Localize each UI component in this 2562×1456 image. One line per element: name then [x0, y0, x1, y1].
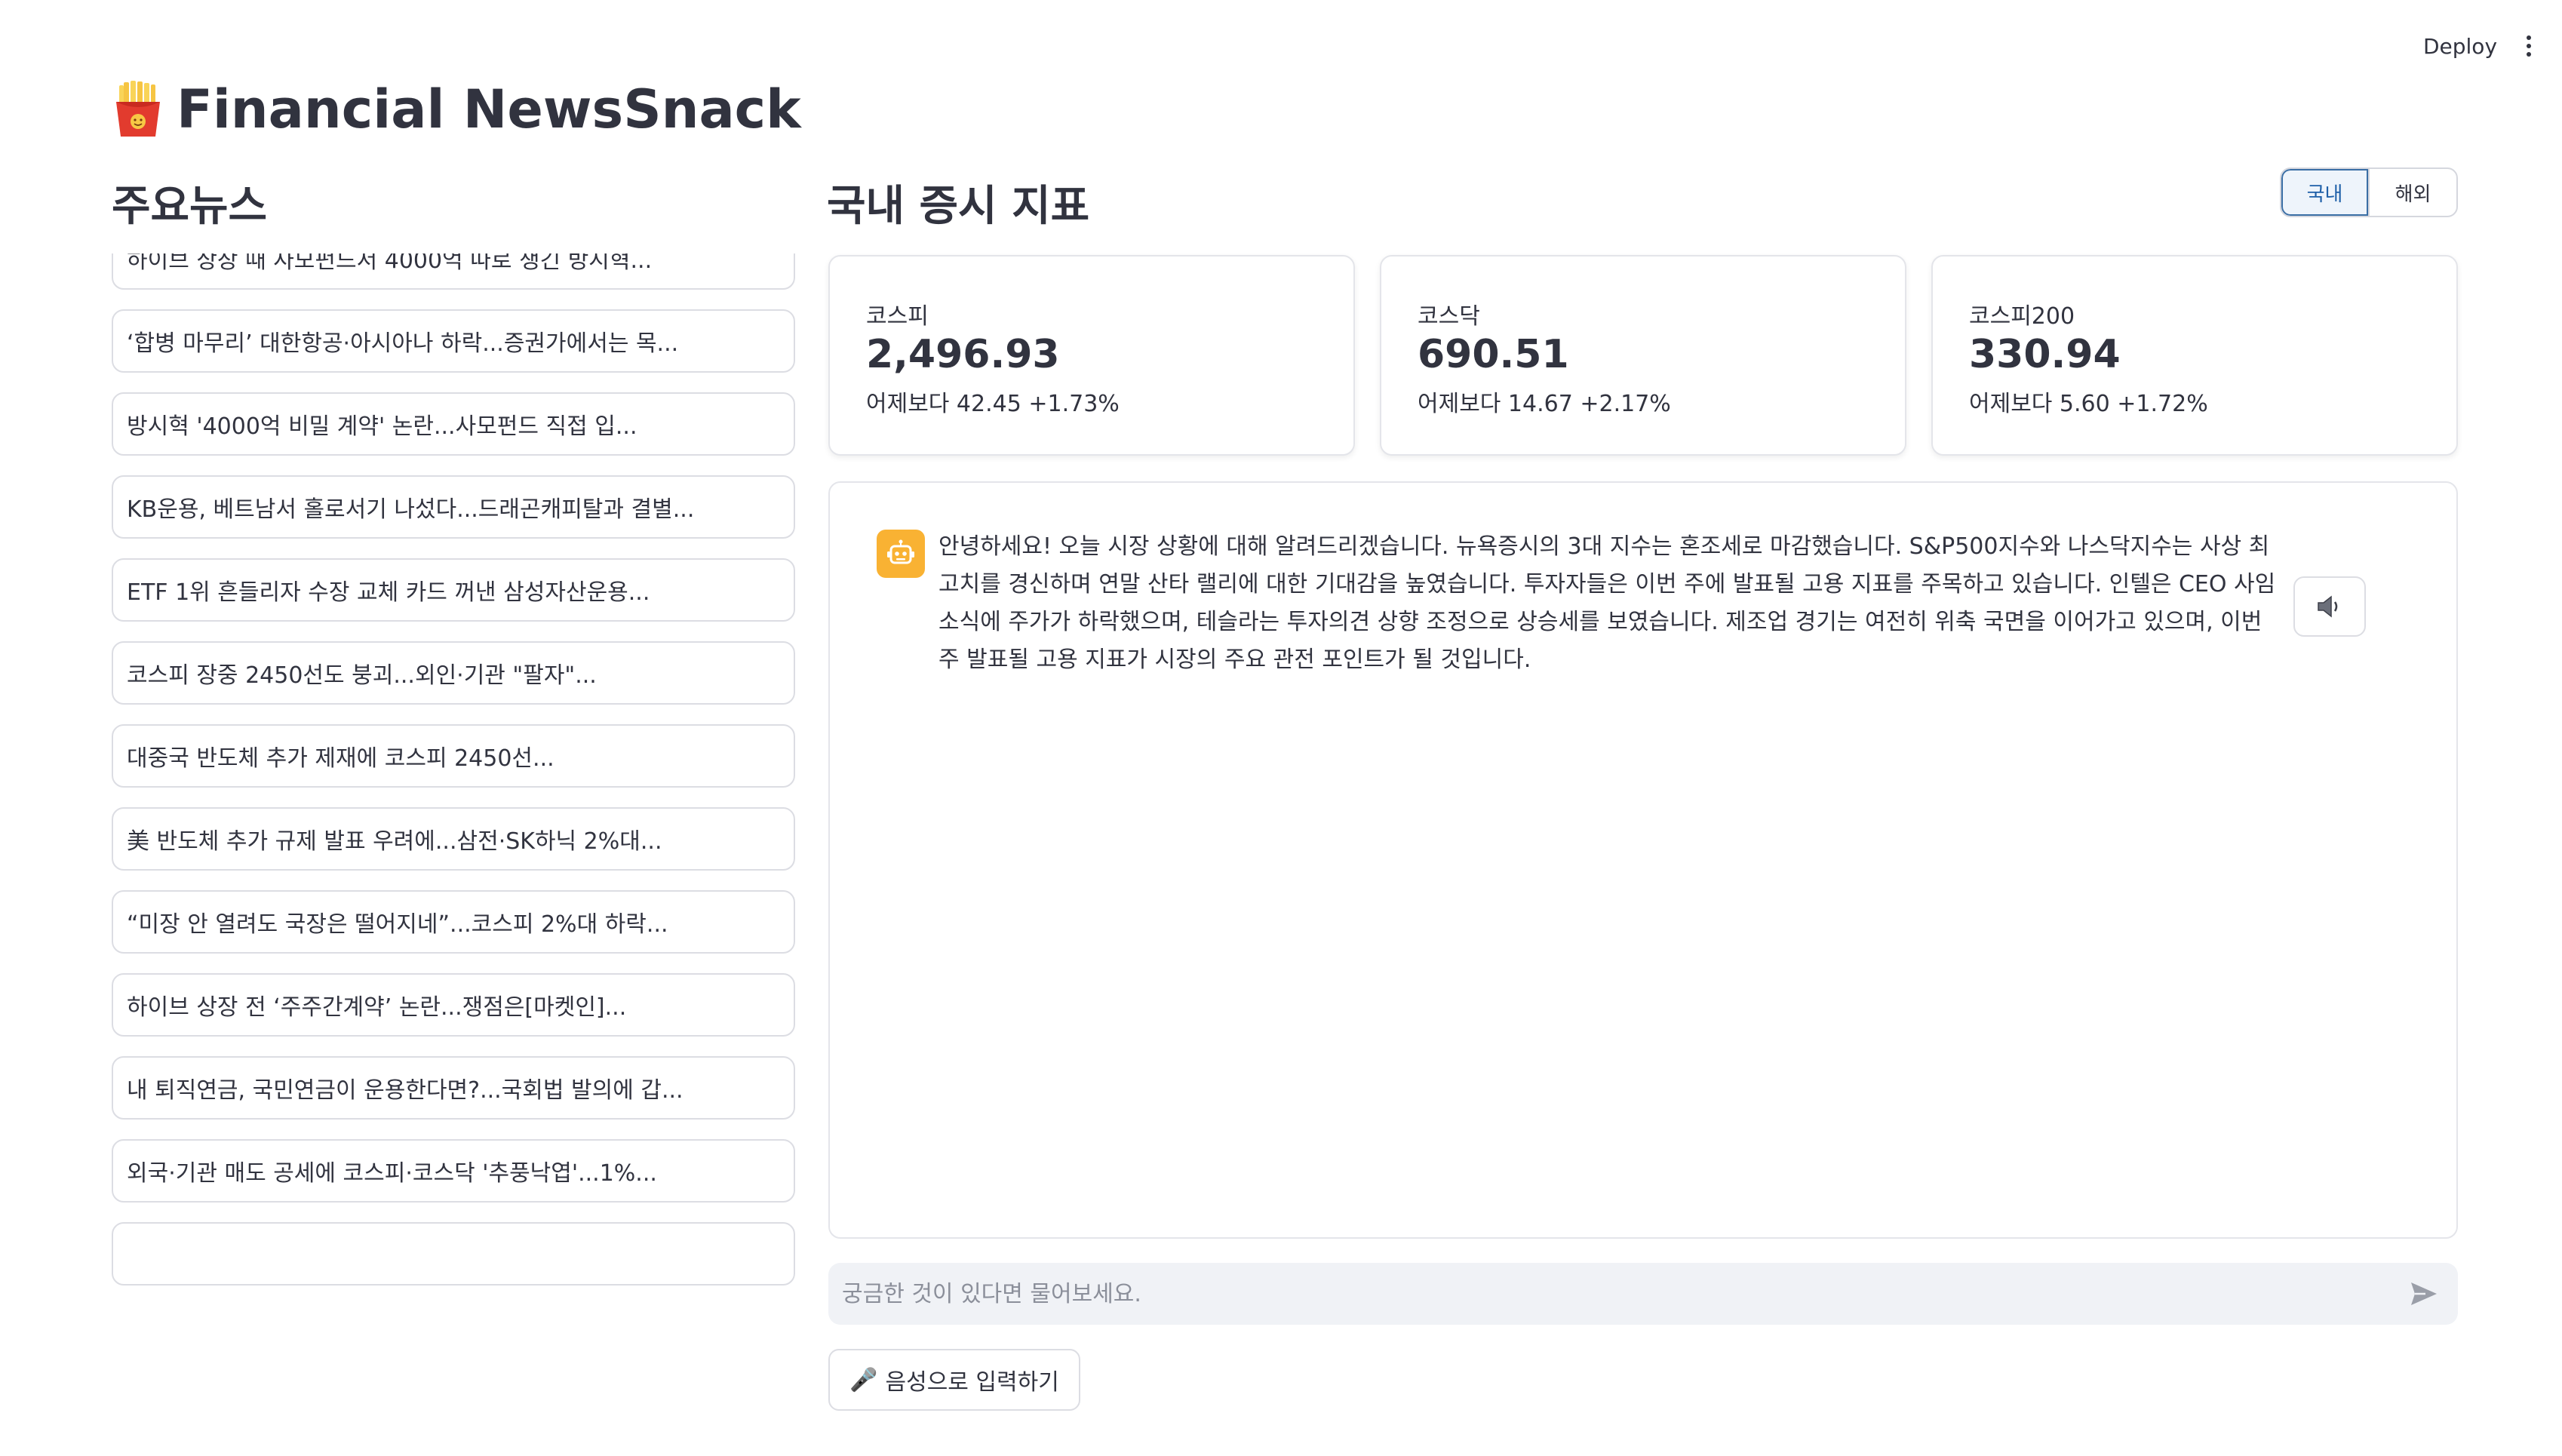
chat-container[interactable]: 안녕하세요! 오늘 시장 상황에 대해 알려드리겠습니다. 뉴욕증시의 3대 지…	[828, 481, 2458, 1239]
news-heading: 주요뉴스	[112, 182, 268, 231]
microphone-icon: 🎤	[849, 1366, 878, 1393]
send-icon	[2411, 1282, 2437, 1305]
news-item[interactable]: ETF 1위 흔들리자 수장 교체 카드 꺼낸 삼성자산운용...	[112, 558, 795, 622]
menu-dot	[2527, 52, 2531, 57]
metric-value: 690.51	[1418, 332, 1569, 377]
news-item[interactable]	[112, 1222, 795, 1286]
bot-message-line: 고치를 경신하며 연말 산타 랠리에 대한 기대감을 높였습니다. 투자자들은 …	[938, 571, 2276, 597]
metric-card-kosdaq: 코스닥 690.51 어제보다 14.67 +2.17%	[1380, 255, 1906, 456]
menu-dot	[2527, 44, 2531, 48]
news-item[interactable]: “미장 안 열려도 국장은 떨어지네”...코스피 2%대 하락...	[112, 890, 795, 954]
bot-message: 안녕하세요! 오늘 시장 상황에 대해 알려드리겠습니다. 뉴욕증시의 3대 지…	[938, 528, 2349, 679]
news-item[interactable]: 하이브 상장 때 사모펀드서 4000억 따로 챙긴 방시혁...	[112, 253, 795, 290]
metric-delta: 어제보다 5.60 +1.72%	[1969, 391, 2208, 417]
robot-icon	[877, 530, 925, 578]
news-item[interactable]: 美 반도체 추가 규제 발표 우려에...삼전·SK하닉 2%대...	[112, 807, 795, 871]
news-item[interactable]: ‘합병 마무리’ 대한항공·아시아나 하락...증권가에서는 목...	[112, 309, 795, 373]
bot-message-line: 주 발표될 고용 지표가 시장의 주요 관전 포인트가 될 것입니다.	[938, 647, 1531, 673]
bot-message-line: 소식에 주가가 하락했으며, 테슬라는 투자의견 상향 조정으로 상승세를 보였…	[938, 609, 2262, 635]
news-item[interactable]: 하이브 상장 전 ‘주주간계약’ 논란...쟁점은[마켓인]...	[112, 973, 795, 1037]
menu-dot	[2527, 35, 2531, 40]
news-item[interactable]: 코스피 장중 2450선도 붕괴...외인·기관 "팔자"...	[112, 641, 795, 705]
metric-delta: 어제보다 42.45 +1.73%	[866, 391, 1120, 417]
tab-overseas[interactable]: 해외	[2368, 169, 2456, 216]
news-item[interactable]: 내 퇴직연금, 국민연금이 운용한다면?...국회법 발의에 갑...	[112, 1056, 795, 1120]
news-item[interactable]: 대중국 반도체 추가 제재에 코스피 2450선...	[112, 724, 795, 788]
speaker-icon	[2318, 595, 2338, 618]
deploy-button[interactable]: Deploy	[2396, 27, 2524, 65]
metric-delta: 어제보다 14.67 +2.17%	[1418, 391, 1671, 417]
voice-input-label: 음성으로 입력하기	[885, 1369, 1059, 1396]
send-button[interactable]	[2390, 1263, 2458, 1325]
news-item[interactable]: 방시혁 '4000억 비밀 계약' 논란...사모펀드 직접 입...	[112, 392, 795, 456]
news-item[interactable]: KB운용, 베트남서 홀로서기 나섰다...드래곤캐피탈과 결별...	[112, 475, 795, 539]
page-title: Financial NewsSnack	[112, 78, 801, 140]
voice-input-button[interactable]: 🎤 음성으로 입력하기	[828, 1349, 1080, 1411]
market-region-toggle[interactable]: 국내 해외	[2280, 167, 2458, 217]
metric-value: 330.94	[1969, 332, 2121, 377]
metric-card-kospi: 코스피 2,496.93 어제보다 42.45 +1.73%	[828, 255, 1355, 456]
metric-label: 코스피200	[1969, 303, 2075, 330]
metric-label: 코스피	[866, 303, 929, 330]
app-title-text: Financial NewsSnack	[177, 78, 801, 140]
chat-input[interactable]	[828, 1263, 2390, 1325]
speaker-button[interactable]	[2293, 576, 2366, 637]
news-item[interactable]: 외국·기관 매도 공세에 코스피·코스닥 '추풍낙엽'...1%...	[112, 1139, 795, 1203]
market-heading: 국내 증시 지표	[827, 182, 1090, 231]
chat-input-bar	[828, 1263, 2458, 1325]
app-page: Deploy Financial NewsSnack 주요뉴스 하이브 상장 때…	[0, 0, 2562, 1456]
metric-value: 2,496.93	[866, 332, 1060, 377]
main-menu-icon[interactable]	[2514, 29, 2544, 63]
news-list[interactable]: 하이브 상장 때 사모펀드서 4000억 따로 챙긴 방시혁... ‘합병 마무…	[112, 253, 795, 1323]
tab-domestic[interactable]: 국내	[2281, 169, 2368, 216]
metric-label: 코스닥	[1418, 303, 1480, 330]
bot-message-line: 안녕하세요! 오늘 시장 상황에 대해 알려드리겠습니다. 뉴욕증시의 3대 지…	[938, 533, 2270, 560]
robot-icon-glyph	[887, 539, 914, 564]
fries-icon	[116, 81, 160, 137]
metric-card-kospi200: 코스피200 330.94 어제보다 5.60 +1.72%	[1931, 255, 2458, 456]
